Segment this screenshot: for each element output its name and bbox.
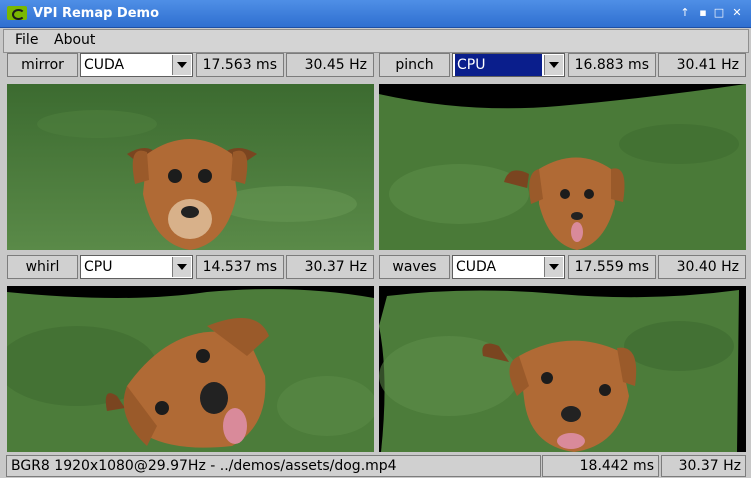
status-time: 18.442 ms <box>542 455 659 477</box>
window-title: VPI Remap Demo <box>33 6 160 21</box>
video-panel-waves <box>379 286 746 452</box>
chevron-down-icon[interactable] <box>172 55 191 75</box>
time-readout-waves: 17.559 ms <box>568 255 656 279</box>
video-panel-pinch <box>379 84 746 250</box>
panel-label-waves: waves <box>379 255 450 279</box>
mirror-frame <box>7 84 374 250</box>
nvidia-logo-icon <box>7 6 27 20</box>
backend-value: CPU <box>84 259 113 275</box>
control-row-bottom: whirl CPU 14.537 ms 30.37 Hz waves CUDA … <box>0 255 751 279</box>
minimize-icon[interactable]: ▪ <box>697 7 709 19</box>
backend-select-mirror[interactable]: CUDA <box>80 53 193 77</box>
video-panel-mirror <box>7 84 374 250</box>
chevron-down-icon[interactable] <box>544 55 563 75</box>
whirl-frame <box>7 286 374 452</box>
control-row-top: mirror CUDA 17.563 ms 30.45 Hz pinch CPU… <box>0 53 751 77</box>
status-bar: BGR8 1920x1080@29.97Hz - ../demos/assets… <box>6 455 746 477</box>
close-icon[interactable]: ✕ <box>731 7 743 19</box>
backend-value: CUDA <box>84 57 125 73</box>
time-readout-pinch: 16.883 ms <box>568 53 656 77</box>
backend-value: CPU <box>455 54 542 76</box>
menu-about[interactable]: About <box>54 32 95 48</box>
arrow-up-icon[interactable]: ↑ <box>679 7 691 19</box>
panel-label-mirror: mirror <box>7 53 78 77</box>
title-bar[interactable]: VPI Remap Demo ↑ ▪ □ ✕ <box>0 0 751 28</box>
time-readout-mirror: 17.563 ms <box>196 53 284 77</box>
panel-label-pinch: pinch <box>379 53 450 77</box>
panel-label-whirl: whirl <box>7 255 78 279</box>
rate-readout-whirl: 30.37 Hz <box>286 255 374 279</box>
backend-select-pinch[interactable]: CPU <box>452 53 565 77</box>
rate-readout-pinch: 30.41 Hz <box>658 53 746 77</box>
backend-select-waves[interactable]: CUDA <box>452 255 565 279</box>
backend-value: CUDA <box>456 259 497 275</box>
maximize-icon[interactable]: □ <box>713 7 725 19</box>
time-readout-whirl: 14.537 ms <box>196 255 284 279</box>
waves-frame <box>379 286 746 452</box>
backend-select-whirl[interactable]: CPU <box>80 255 193 279</box>
menu-bar: File About <box>3 29 749 53</box>
chevron-down-icon[interactable] <box>544 257 563 277</box>
video-panel-whirl <box>7 286 374 452</box>
chevron-down-icon[interactable] <box>172 257 191 277</box>
status-rate: 30.37 Hz <box>661 455 746 477</box>
rate-readout-mirror: 30.45 Hz <box>286 53 374 77</box>
status-source: BGR8 1920x1080@29.97Hz - ../demos/assets… <box>6 455 541 477</box>
app-window: VPI Remap Demo ↑ ▪ □ ✕ File About mirror… <box>0 0 751 478</box>
pinch-frame <box>379 84 746 250</box>
rate-readout-waves: 30.40 Hz <box>658 255 746 279</box>
menu-file[interactable]: File <box>15 32 38 48</box>
